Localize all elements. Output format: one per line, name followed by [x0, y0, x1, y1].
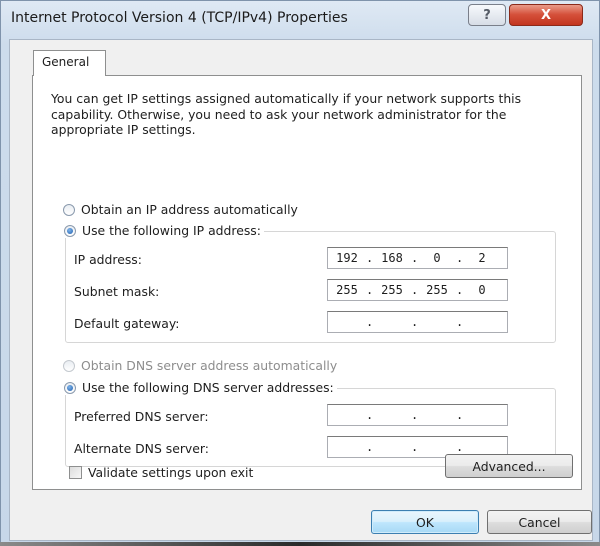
default-gateway-label: Default gateway:: [74, 316, 180, 331]
octet-separator: .: [456, 440, 464, 454]
subnet-mask-label: Subnet mask:: [74, 284, 160, 299]
validate-settings-option[interactable]: Validate settings upon exit: [69, 465, 253, 480]
obtain-dns-auto-option[interactable]: Obtain DNS server address automatically: [63, 358, 337, 373]
ok-button[interactable]: OK: [371, 510, 479, 534]
octet-separator: .: [366, 440, 374, 454]
default-gateway-input[interactable]: . . .: [327, 311, 508, 333]
help-icon: ?: [483, 7, 491, 23]
ip-octet[interactable]: 255: [328, 283, 366, 297]
dialog-window: Internet Protocol Version 4 (TCP/IPv4) P…: [0, 0, 600, 544]
obtain-ip-auto-radio[interactable]: [63, 203, 75, 216]
preferred-dns-label: Preferred DNS server:: [74, 409, 209, 424]
octet-separator: .: [411, 315, 419, 329]
general-tab-page: You can get IP settings assigned automat…: [32, 75, 582, 490]
subnet-mask-input[interactable]: 255. 255. 255. 0: [327, 279, 508, 301]
ip-octet[interactable]: 255: [418, 283, 456, 297]
octet-separator: .: [411, 408, 419, 422]
octet-separator: .: [456, 251, 464, 265]
obtain-dns-auto-radio[interactable]: [63, 359, 75, 372]
use-following-ip-label: Use the following IP address:: [82, 223, 261, 238]
octet-separator: .: [366, 315, 374, 329]
close-icon: X: [540, 7, 552, 23]
title-bar[interactable]: Internet Protocol Version 4 (TCP/IPv4) P…: [1, 1, 600, 39]
octet-separator: .: [456, 315, 464, 329]
validate-settings-checkbox[interactable]: [69, 466, 82, 479]
validate-settings-label: Validate settings upon exit: [88, 465, 254, 480]
ip-address-group: Use the following IP address: IP address…: [61, 223, 556, 343]
use-following-ip-radio[interactable]: [64, 224, 76, 237]
alternate-dns-label: Alternate DNS server:: [74, 441, 209, 456]
octet-separator: .: [366, 251, 374, 265]
cancel-button[interactable]: Cancel: [487, 510, 592, 534]
use-following-dns-label: Use the following DNS server addresses:: [82, 380, 334, 395]
ip-octet[interactable]: 255: [373, 283, 411, 297]
close-button[interactable]: X: [509, 4, 583, 26]
tab-general[interactable]: General: [33, 50, 106, 76]
obtain-ip-auto-option[interactable]: Obtain an IP address automatically: [63, 202, 298, 217]
octet-separator: .: [456, 408, 464, 422]
advanced-button[interactable]: Advanced...: [445, 454, 573, 478]
octet-separator: .: [411, 440, 419, 454]
use-following-dns-radio[interactable]: [64, 381, 76, 394]
obtain-ip-auto-label: Obtain an IP address automatically: [81, 202, 298, 217]
dialog-client: General You can get IP settings assigned…: [9, 39, 593, 541]
ip-octet[interactable]: 2: [463, 251, 501, 265]
preferred-dns-input[interactable]: . . .: [327, 404, 508, 426]
ip-address-input[interactable]: 192. 168. 0. 2: [327, 247, 508, 269]
ip-octet[interactable]: 168: [373, 251, 411, 265]
octet-separator: .: [366, 408, 374, 422]
use-following-ip-option[interactable]: Use the following IP address:: [61, 223, 264, 238]
octet-separator: .: [411, 251, 419, 265]
window-bottom-edge: [0, 542, 600, 546]
octet-separator: .: [366, 283, 374, 297]
help-button[interactable]: ?: [468, 4, 506, 26]
intro-text: You can get IP settings assigned automat…: [51, 91, 522, 137]
ip-octet[interactable]: 0: [418, 251, 456, 265]
octet-separator: .: [456, 283, 464, 297]
window-title: Internet Protocol Version 4 (TCP/IPv4) P…: [11, 10, 348, 26]
ip-octet[interactable]: 0: [463, 283, 501, 297]
ip-octet[interactable]: 192: [328, 251, 366, 265]
obtain-dns-auto-label: Obtain DNS server address automatically: [81, 358, 338, 373]
use-following-dns-option[interactable]: Use the following DNS server addresses:: [61, 380, 337, 395]
ip-address-label: IP address:: [74, 252, 142, 267]
octet-separator: .: [411, 283, 419, 297]
